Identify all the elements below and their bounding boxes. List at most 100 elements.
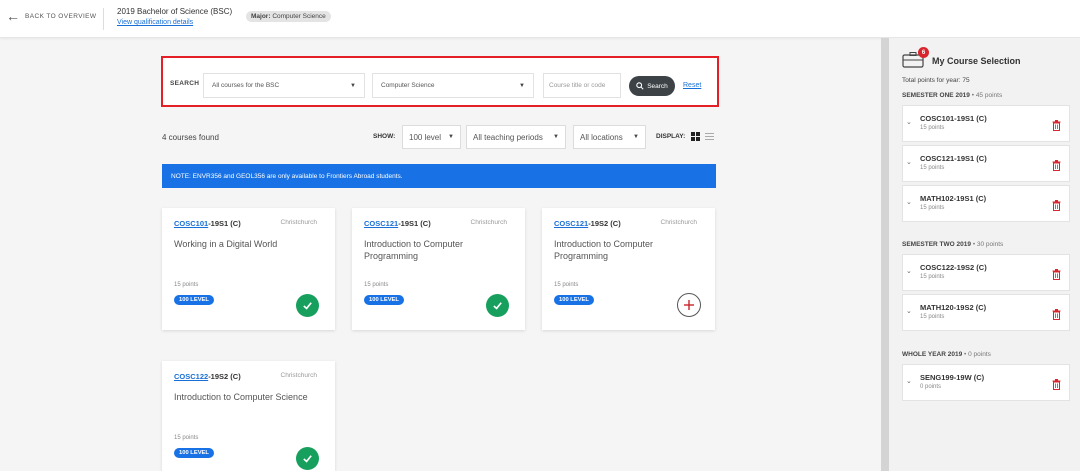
level-badge: 100 LEVEL bbox=[554, 295, 594, 305]
top-header: ← BACK TO OVERVIEW 2019 Bachelor of Scie… bbox=[0, 0, 1080, 38]
semester-points: • 30 points bbox=[972, 241, 1004, 248]
course-title: Working in a Digital World bbox=[174, 239, 278, 249]
selected-course-code: MATH120-19S2 (C) bbox=[920, 303, 987, 312]
selected-course-code: COSC101-19S1 (C) bbox=[920, 114, 987, 123]
panel-title: My Course Selection bbox=[932, 56, 1021, 66]
course-code: COSC122-19S2 (C) bbox=[174, 372, 241, 381]
selected-check-button[interactable] bbox=[486, 294, 509, 317]
course-code-link[interactable]: COSC121 bbox=[364, 219, 398, 228]
course-code-link[interactable]: COSC122 bbox=[174, 372, 208, 381]
semester-heading: WHOLE YEAR 2019 • 0 points bbox=[902, 351, 991, 358]
chevron-down-icon[interactable]: ⌄ bbox=[906, 307, 912, 315]
reset-link[interactable]: Reset bbox=[683, 82, 701, 89]
selected-course-item[interactable]: ⌄ MATH120-19S2 (C) 15 points bbox=[902, 294, 1070, 331]
period-filter-value: All teaching periods bbox=[473, 132, 543, 142]
course-card[interactable]: COSC121-19S1 (C) Christchurch Introducti… bbox=[352, 208, 525, 330]
semester-points: • 0 points bbox=[964, 351, 991, 358]
major-badge: Major: Computer Science bbox=[246, 11, 331, 22]
caret-down-icon: ▼ bbox=[448, 134, 454, 140]
selected-course-item[interactable]: ⌄ MATH102-19S1 (C) 15 points bbox=[902, 185, 1070, 222]
selected-check-button[interactable] bbox=[296, 294, 319, 317]
search-icon bbox=[636, 82, 644, 90]
selected-course-item[interactable]: ⌄ COSC121-19S1 (C) 15 points bbox=[902, 145, 1070, 182]
vertical-scrollbar[interactable] bbox=[881, 38, 889, 471]
check-icon bbox=[303, 455, 312, 463]
semester-name: SEMESTER TWO 2019 bbox=[902, 241, 971, 248]
course-code: COSC121-19S2 (C) bbox=[554, 219, 621, 228]
semester-name: WHOLE YEAR 2019 bbox=[902, 351, 963, 358]
caret-down-icon: ▼ bbox=[553, 134, 559, 140]
selected-course-code: COSC121-19S1 (C) bbox=[920, 154, 987, 163]
trash-icon[interactable] bbox=[1052, 269, 1061, 280]
view-qualification-details-link[interactable]: View qualification details bbox=[117, 19, 193, 26]
course-points: 15 points bbox=[174, 282, 199, 288]
selected-course-item[interactable]: ⌄ COSC101-19S1 (C) 15 points bbox=[902, 105, 1070, 142]
search-button-label: Search bbox=[647, 82, 668, 90]
course-search-input[interactable]: Course title or code bbox=[543, 73, 621, 98]
course-code: COSC101-19S1 (C) bbox=[174, 219, 241, 228]
major-label: Major: bbox=[251, 13, 271, 20]
course-points: 15 points bbox=[364, 282, 389, 288]
selected-course-code: MATH102-19S1 (C) bbox=[920, 194, 987, 203]
course-card[interactable]: COSC122-19S2 (C) Christchurch Introducti… bbox=[162, 361, 335, 471]
trash-icon[interactable] bbox=[1052, 160, 1061, 171]
qualification-title: 2019 Bachelor of Science (BSC) bbox=[117, 7, 233, 16]
selected-course-points: 15 points bbox=[920, 165, 945, 171]
selected-course-points: 0 points bbox=[920, 384, 942, 390]
selected-course-points: 15 points bbox=[920, 125, 945, 131]
list-view-icon[interactable] bbox=[705, 132, 714, 141]
course-card[interactable]: COSC121-19S2 (C) Christchurch Introducti… bbox=[542, 208, 715, 330]
course-offering: -19S1 (C) bbox=[208, 219, 241, 228]
availability-note: NOTE: ENVR356 and GEOL356 are only avail… bbox=[162, 164, 716, 188]
subject-value: Computer Science bbox=[381, 82, 435, 89]
location-filter-value: All locations bbox=[580, 132, 623, 142]
semester-name: SEMESTER ONE 2019 bbox=[902, 92, 970, 99]
major-value: Computer Science bbox=[272, 13, 326, 20]
chevron-down-icon[interactable]: ⌄ bbox=[906, 158, 912, 166]
trash-icon[interactable] bbox=[1052, 120, 1061, 131]
display-label: DISPLAY: bbox=[656, 133, 686, 140]
trash-icon[interactable] bbox=[1052, 309, 1061, 320]
course-title: Introduction to Computer Programming bbox=[554, 239, 654, 261]
chevron-down-icon[interactable]: ⌄ bbox=[906, 267, 912, 275]
level-badge: 100 LEVEL bbox=[364, 295, 404, 305]
selected-course-points: 15 points bbox=[920, 205, 945, 211]
trash-icon[interactable] bbox=[1052, 200, 1061, 211]
chevron-down-icon[interactable]: ⌄ bbox=[906, 377, 912, 385]
chevron-down-icon[interactable]: ⌄ bbox=[906, 198, 912, 206]
level-badge: 100 LEVEL bbox=[174, 448, 214, 458]
plus-icon bbox=[684, 300, 694, 310]
course-offering: -19S1 (C) bbox=[398, 219, 431, 228]
semester-points: • 45 points bbox=[971, 92, 1003, 99]
course-location: Christchurch bbox=[280, 372, 317, 379]
level-filter-value: 100 level bbox=[409, 132, 442, 142]
course-title: Introduction to Computer Science bbox=[174, 392, 308, 402]
selected-course-item[interactable]: ⌄ SENG199-19W (C) 0 points bbox=[902, 364, 1070, 401]
course-card[interactable]: COSC101-19S1 (C) Christchurch Working in… bbox=[162, 208, 335, 330]
course-code-link[interactable]: COSC101 bbox=[174, 219, 208, 228]
course-code-link[interactable]: COSC121 bbox=[554, 219, 588, 228]
semester-heading: SEMESTER TWO 2019 • 30 points bbox=[902, 241, 1003, 248]
location-filter-select[interactable]: All locations ▼ bbox=[573, 125, 646, 149]
add-course-button[interactable] bbox=[677, 293, 701, 317]
selected-course-points: 15 points bbox=[920, 274, 945, 280]
trash-icon[interactable] bbox=[1052, 379, 1061, 390]
show-label: SHOW: bbox=[373, 133, 396, 140]
period-filter-select[interactable]: All teaching periods ▼ bbox=[466, 125, 566, 149]
level-filter-select[interactable]: 100 level ▼ bbox=[402, 125, 461, 149]
back-to-overview-link[interactable]: ← BACK TO OVERVIEW bbox=[6, 8, 96, 24]
grid-view-icon[interactable] bbox=[691, 132, 700, 141]
subject-select[interactable]: Computer Science ▼ bbox=[372, 73, 534, 98]
course-points: 15 points bbox=[174, 435, 199, 441]
course-scope-select[interactable]: All courses for the BSC ▼ bbox=[203, 73, 365, 98]
selected-check-button[interactable] bbox=[296, 447, 319, 470]
search-button[interactable]: Search bbox=[629, 76, 675, 96]
selected-course-code: SENG199-19W (C) bbox=[920, 373, 985, 382]
course-points: 15 points bbox=[554, 282, 579, 288]
chevron-down-icon[interactable]: ⌄ bbox=[906, 118, 912, 126]
check-icon bbox=[303, 302, 312, 310]
arrow-left-icon: ← bbox=[6, 8, 20, 24]
selected-course-item[interactable]: ⌄ COSC122-19S2 (C) 15 points bbox=[902, 254, 1070, 291]
course-location: Christchurch bbox=[280, 219, 317, 226]
course-code: COSC121-19S1 (C) bbox=[364, 219, 431, 228]
